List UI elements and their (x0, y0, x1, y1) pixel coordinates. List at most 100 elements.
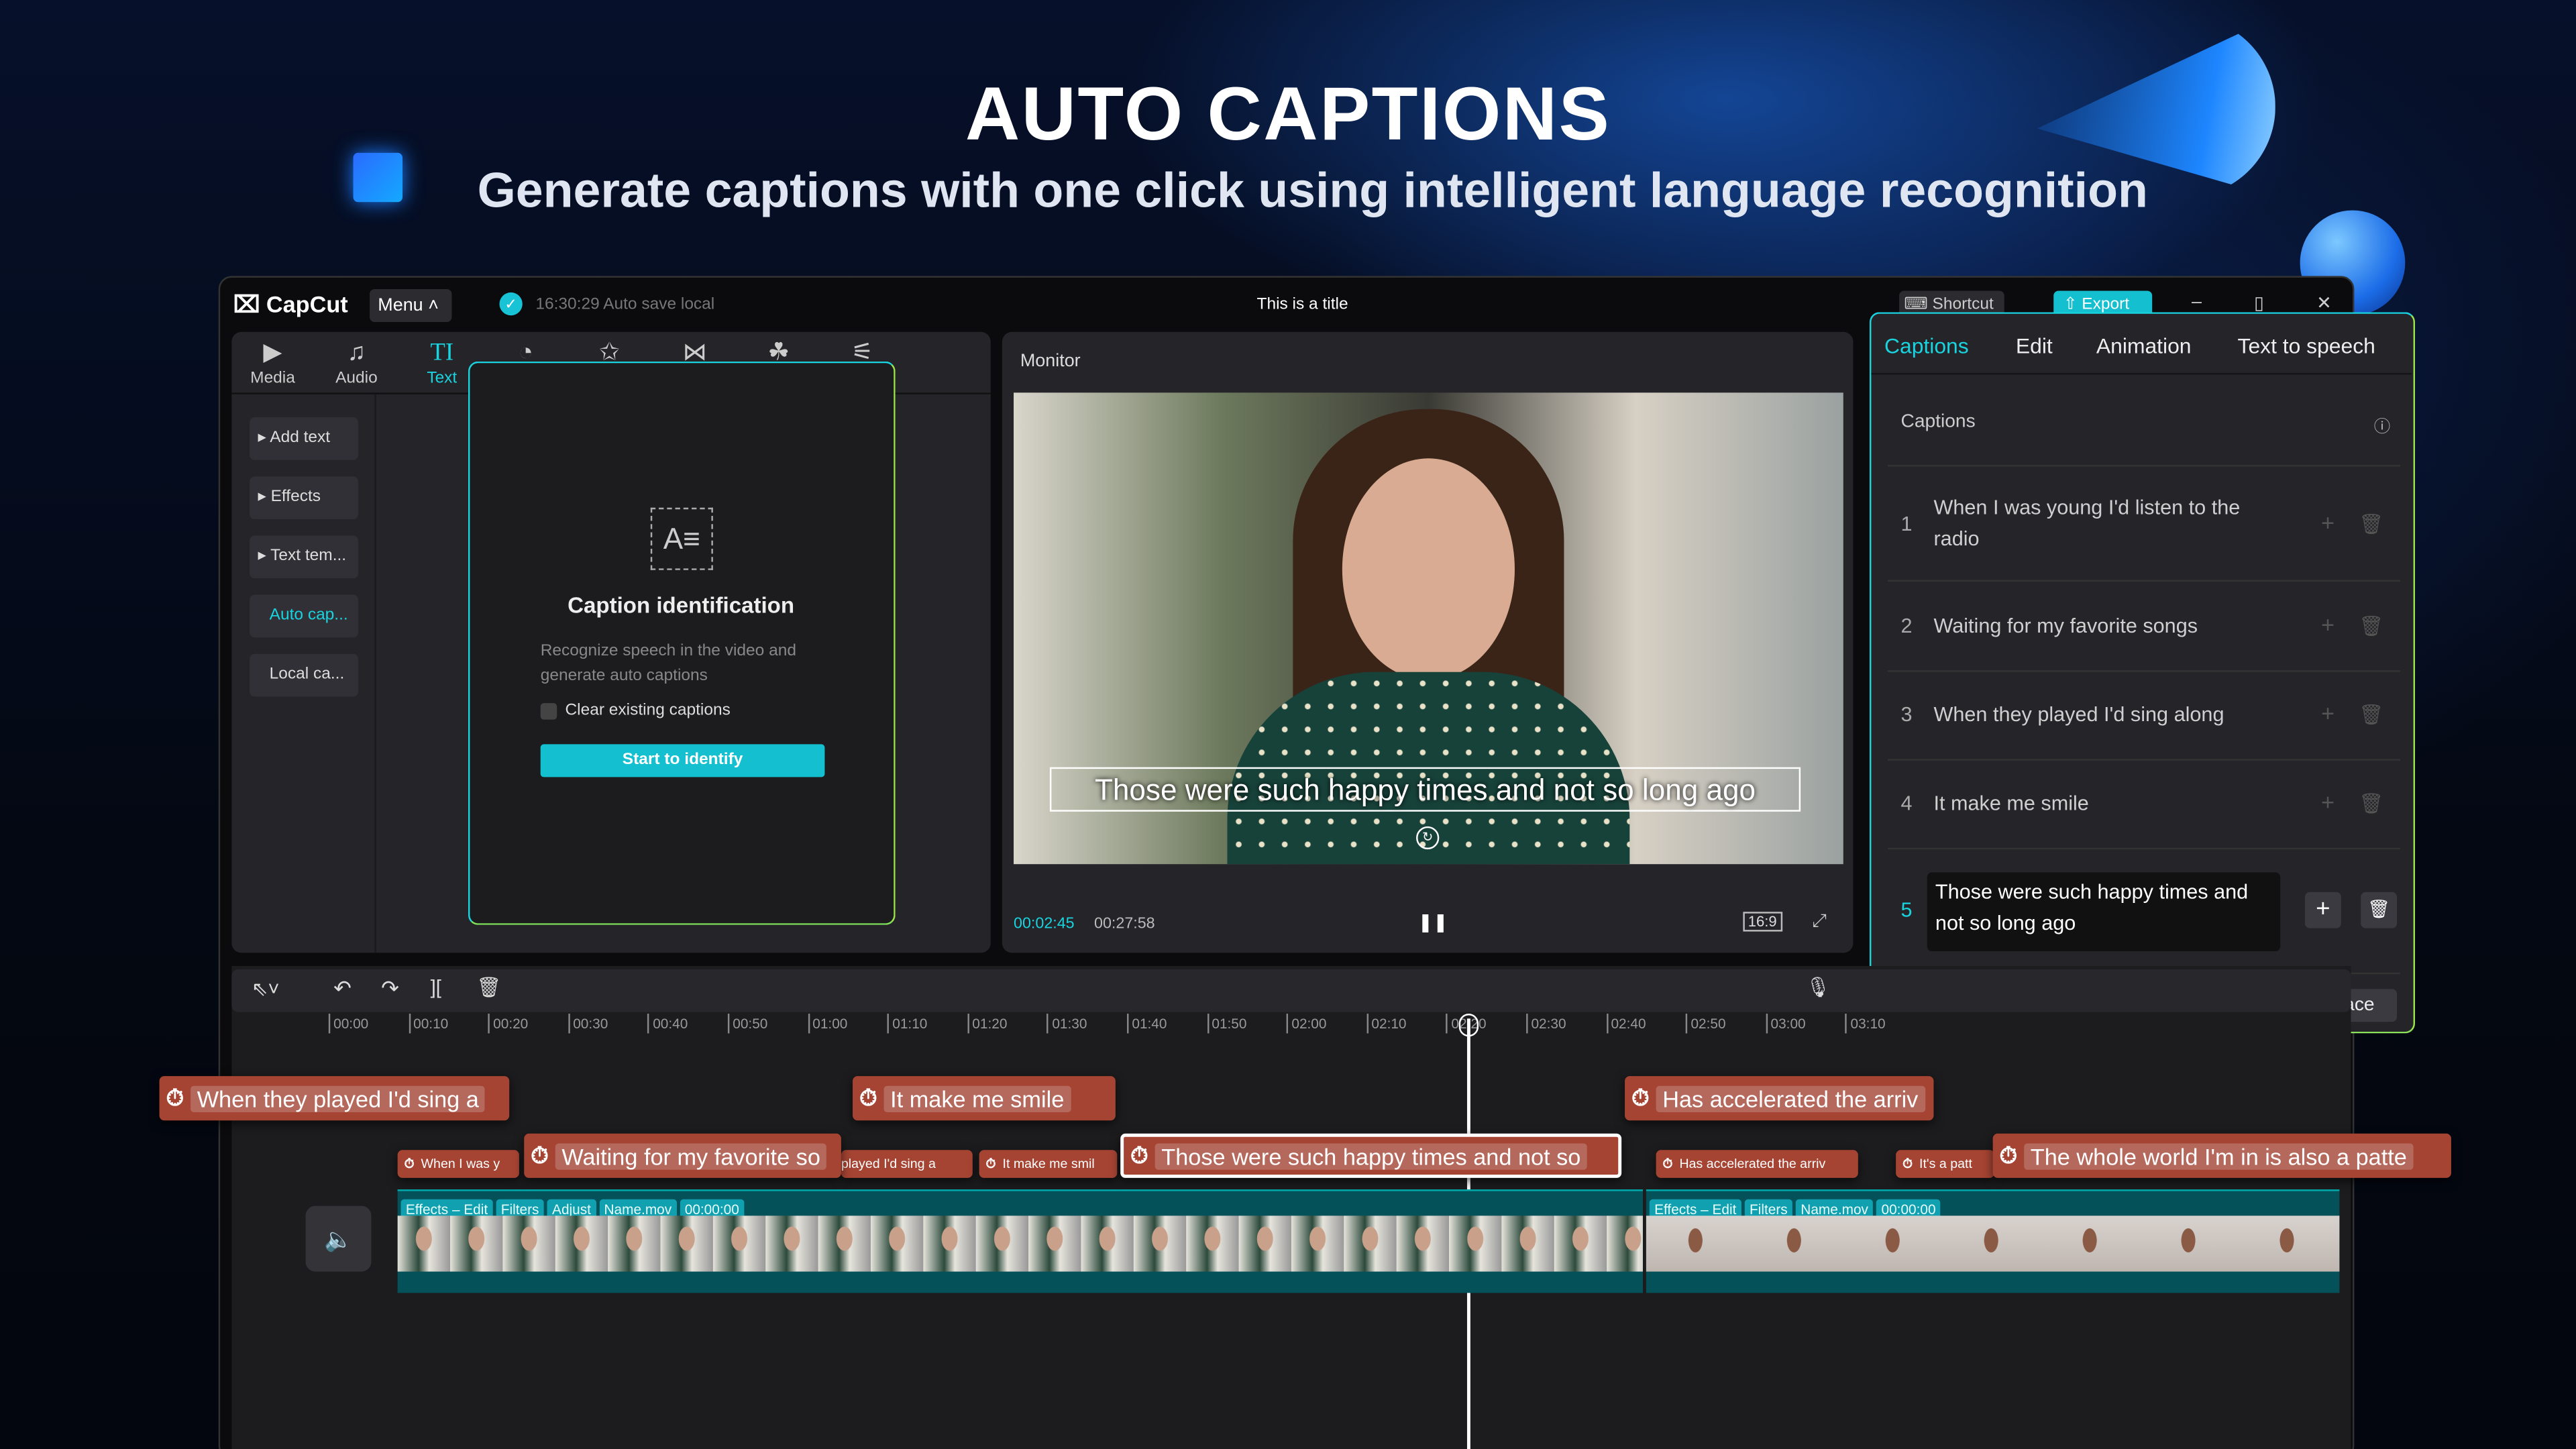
microphone-icon[interactable]: 🎙 (1805, 976, 1830, 999)
caption-clip-selected[interactable]: ⏱ Those were such happy times and not so (1120, 1133, 1622, 1178)
caption-clip[interactable]: ⏱ Has accelerated the arriv (1656, 1150, 1858, 1178)
caption-clip-icon: ⏱ (166, 1084, 184, 1111)
caption-text[interactable]: When they played I'd sing along (1933, 700, 2278, 731)
clear-captions-label: Clear existing captions (565, 701, 731, 720)
tab-audio[interactable]: ♫ Audio (315, 337, 397, 388)
caption-clip[interactable]: ⏱ It make me smile (853, 1076, 1116, 1121)
trash-icon[interactable]: 🗑 (2359, 513, 2383, 535)
sidebar-item-local-captions[interactable]: Local ca... (250, 653, 358, 697)
caption-clip-label: Waiting for my favorite so (555, 1142, 827, 1169)
ruler-tick: 01:30 (1046, 1014, 1087, 1034)
hero-title: AUTO CAPTIONS (965, 70, 1611, 156)
caption-row-editing[interactable]: 5 Those were such happy times and not so … (1887, 849, 2400, 975)
aspect-ratio-button[interactable]: 16:9 (1743, 912, 1782, 932)
clear-captions-checkbox[interactable] (540, 703, 557, 720)
caption-clip[interactable]: ⏱ It's a patt (1896, 1150, 1995, 1178)
caption-clip-icon: ⏱ (985, 1155, 996, 1171)
pause-button[interactable]: ❚❚ (1417, 912, 1448, 933)
sidebar-item-auto-captions[interactable]: Auto cap... (250, 594, 358, 638)
app-name: CapCut (266, 290, 348, 317)
close-button[interactable]: ✕ (2316, 292, 2332, 313)
add-icon[interactable]: + (2321, 509, 2334, 535)
caption-clip-icon: ⏱ (859, 1084, 877, 1111)
caption-identification-panel: A≡ Caption identification Recognize spee… (468, 361, 896, 925)
split-icon[interactable]: ][ (431, 976, 441, 999)
caption-clip[interactable]: ⏱ Has accelerated the arriv (1625, 1076, 1934, 1121)
export-label: Export (2082, 295, 2130, 314)
caption-clip[interactable]: ⏱ When they played I'd sing a (159, 1076, 510, 1121)
trash-icon[interactable]: 🗑 (2359, 703, 2383, 726)
add-icon[interactable]: + (2321, 611, 2334, 637)
trash-icon[interactable]: 🗑 (2359, 614, 2383, 637)
tab-label: Audio (335, 370, 378, 388)
ruler-tick: 00:00 (328, 1014, 368, 1034)
video-thumbnails (1646, 1216, 2340, 1272)
add-icon[interactable]: + (2321, 789, 2334, 815)
ruler-tick: 02:10 (1366, 1014, 1407, 1034)
subtitle-overlay[interactable]: Those were such happy times and not so l… (1049, 767, 1801, 812)
ruler-tick: 02:50 (1686, 1014, 1726, 1034)
delete-icon[interactable]: 🗑 (476, 976, 501, 999)
ruler-tick: 00:50 (727, 1014, 767, 1034)
add-icon[interactable]: + (2321, 700, 2334, 726)
ruler-tick: 01:40 (1127, 1014, 1167, 1034)
caption-clip-label: played I'd sing a (841, 1157, 936, 1172)
audio-icon: ♫ (347, 338, 366, 367)
ruler-tick: 02:40 (1606, 1014, 1646, 1034)
caption-text[interactable]: Waiting for my favorite songs (1933, 611, 2278, 643)
redo-icon[interactable]: ↷ (381, 976, 399, 1002)
help-icon[interactable]: ⓘ (2374, 413, 2390, 437)
fullscreen-icon[interactable]: ⤢ (1812, 912, 1827, 933)
caption-clip[interactable]: ⏱ Waiting for my favorite so (524, 1133, 841, 1178)
caption-text[interactable]: It make me smile (1933, 789, 2278, 820)
caption-clip[interactable]: ⏱ The whole world I'm in is also a patte (1992, 1133, 2451, 1178)
mute-track-button[interactable]: 🔈 (305, 1205, 372, 1272)
tab-edit[interactable]: Edit (2016, 333, 2053, 358)
caption-clip[interactable]: played I'd sing a (841, 1150, 973, 1178)
video-track-clip[interactable]: Effects – Edit Filters Adjust Name.mov 00:00… (397, 1189, 1643, 1293)
caption-clip-label: Has accelerated the arriv (1679, 1157, 1826, 1172)
caption-clip-icon: ⏱ (1130, 1142, 1148, 1169)
current-time: 00:02:45 (1014, 915, 1075, 934)
select-tool-icon[interactable]: ⇖˅ (252, 977, 280, 1000)
check-icon: ✓ (499, 292, 523, 316)
start-identify-button[interactable]: Start to identify (540, 744, 825, 777)
ruler-tick: 00:30 (568, 1014, 608, 1034)
caption-number: 2 (1900, 614, 1913, 638)
shortcut-label: Shortcut (1932, 295, 1994, 314)
trash-icon[interactable]: 🗑 (2359, 792, 2383, 814)
caption-text-input[interactable]: Those were such happy times and not so l… (1927, 872, 2281, 951)
caption-scan-icon: A≡ (650, 507, 713, 570)
caption-clip[interactable]: ⏱ When I was y (397, 1150, 519, 1178)
menu-button[interactable]: Menu ˄ (370, 289, 452, 323)
playhead-handle[interactable] (1458, 1014, 1479, 1037)
sidebar-item-add-text[interactable]: ▸ Add text (250, 417, 358, 460)
divider (1871, 372, 2412, 375)
add-caption-button[interactable]: + (2304, 892, 2341, 928)
export-icon: ⇧ (2063, 295, 2078, 314)
caption-row[interactable]: 4 It make me smile + 🗑 (1887, 761, 2400, 850)
sidebar-item-text-templates[interactable]: ▸ Text tem... (250, 535, 358, 579)
delete-caption-button[interactable]: 🗑 (2361, 892, 2398, 928)
caption-clip-label: It make me smil (1002, 1157, 1095, 1172)
caption-row[interactable]: 2 Waiting for my favorite songs + 🗑 (1887, 582, 2400, 672)
sidebar-item-effects[interactable]: ▸ Effects (250, 476, 358, 519)
caption-row[interactable]: 1 When I was young I'd listen to the radi… (1887, 467, 2400, 582)
video-track-clip[interactable]: Effects – Edit Filters Name.mov 00:00:00 (1646, 1189, 2340, 1293)
tab-text-to-speech[interactable]: Text to speech (2238, 333, 2375, 358)
timeline-ruler[interactable]: 00:00 00:10 00:20 00:30 00:40 00:50 01:00 01:10… (231, 1014, 1886, 1036)
minimize-button[interactable]: – (2192, 292, 2202, 312)
ruler-tick: 03:00 (1766, 1014, 1806, 1034)
tab-captions[interactable]: Captions (1884, 333, 1969, 358)
caption-text[interactable]: When I was young I'd listen to the radio (1933, 493, 2278, 555)
stage: AUTO CAPTIONS Generate captions with one… (0, 0, 2576, 1449)
rotate-handle-icon[interactable]: ↻ (1416, 826, 1440, 850)
caption-row[interactable]: 3 When they played I'd sing along + 🗑 (1887, 672, 2400, 761)
caption-clip[interactable]: ⏱ It make me smil (979, 1150, 1118, 1178)
maximize-button[interactable]: ▯ (2254, 292, 2264, 313)
undo-icon[interactable]: ↶ (333, 976, 352, 1002)
tab-animation[interactable]: Animation (2096, 333, 2192, 358)
tab-media[interactable]: ▶ Media (231, 337, 313, 387)
caption-panel-description: Recognize speech in the video and genera… (540, 642, 796, 686)
caption-number: 4 (1900, 792, 1913, 815)
